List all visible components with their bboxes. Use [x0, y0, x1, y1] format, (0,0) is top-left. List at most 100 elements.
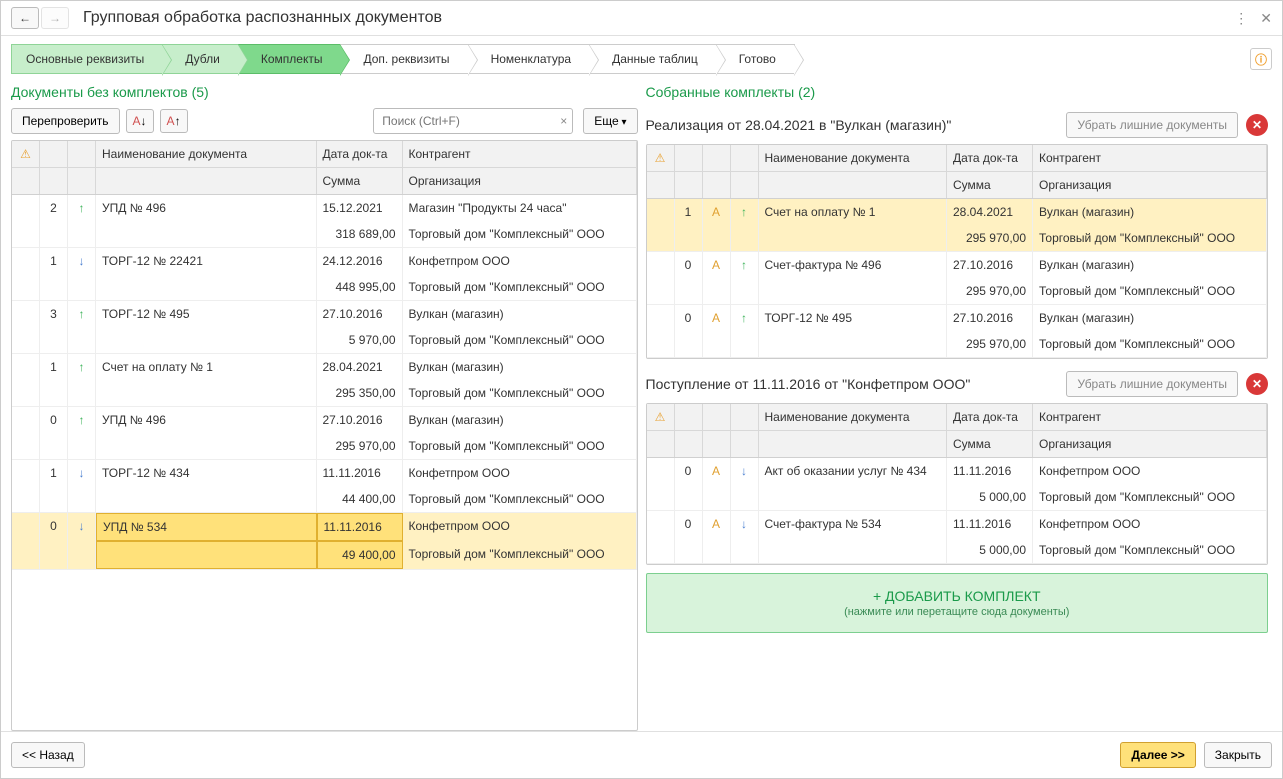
remove-extra-button[interactable]: Убрать лишние документы — [1066, 112, 1238, 138]
table-row[interactable]: 0А↑ТОРГ-12 № 49527.10.2016Вулкан (магази… — [647, 305, 1268, 358]
col-sum[interactable]: Сумма — [947, 172, 1033, 198]
remove-extra-button[interactable]: Убрать лишние документы — [1066, 371, 1238, 397]
auto-icon: А — [703, 511, 731, 537]
row-date: 15.12.2021 — [317, 195, 403, 221]
row-party: Магазин "Продукты 24 часа" — [403, 195, 637, 221]
step-sets[interactable]: Комплекты — [238, 44, 341, 74]
step-table-data[interactable]: Данные таблиц — [589, 44, 716, 74]
info-icon[interactable]: ⓘ — [1250, 48, 1272, 70]
row-sum: 44 400,00 — [317, 486, 403, 512]
row-docname: ТОРГ-12 № 22421 — [96, 248, 317, 274]
close-button[interactable]: Закрыть — [1204, 742, 1272, 768]
row-date: 24.12.2016 — [317, 248, 403, 274]
step-duplicates[interactable]: Дубли — [162, 44, 238, 74]
row-docname: УПД № 496 — [96, 195, 317, 221]
step-done[interactable]: Готово — [716, 44, 795, 74]
row-date: 27.10.2016 — [317, 407, 403, 433]
col-org[interactable]: Организация — [1033, 172, 1267, 198]
step-basic[interactable]: Основные реквизиты — [11, 44, 162, 74]
nav-forward-button[interactable]: → — [41, 7, 69, 29]
warning-icon: ⚠ — [647, 145, 675, 171]
step-nomenclature[interactable]: Номенклатура — [468, 44, 590, 74]
row-docname: ТОРГ-12 № 495 — [759, 305, 948, 331]
arrow-up-icon: ↑ — [79, 307, 85, 321]
table-row[interactable]: 0А↑Счет-фактура № 49627.10.2016Вулкан (м… — [647, 252, 1268, 305]
col-date[interactable]: Дата док-та — [317, 141, 403, 167]
arrow-up-icon: ↑ — [79, 201, 85, 215]
sort-desc-button[interactable]: А↑ — [160, 109, 188, 133]
nav-back-button[interactable]: ← — [11, 7, 39, 29]
delete-set-button[interactable]: ✕ — [1246, 373, 1268, 395]
row-sum: 295 970,00 — [947, 225, 1033, 251]
add-set-hint: (нажмите или перетащите сюда документы) — [661, 606, 1254, 618]
left-table: ⚠ Наименование документа Дата док-та Кон… — [11, 140, 638, 731]
add-set-dropzone[interactable]: + ДОБАВИТЬ КОМПЛЕКТ (нажмите или перетащи… — [646, 573, 1269, 633]
more-button[interactable]: Еще — [583, 108, 637, 134]
delete-set-button[interactable]: ✕ — [1246, 114, 1268, 136]
table-row[interactable]: 1А↑Счет на оплату № 128.04.2021Вулкан (м… — [647, 199, 1268, 252]
row-party: Вулкан (магазин) — [403, 301, 637, 327]
search-input[interactable] — [373, 108, 573, 134]
row-sum: 5 970,00 — [317, 327, 403, 353]
row-sum: 295 970,00 — [317, 433, 403, 459]
window-title: Групповая обработка распознанных докумен… — [83, 9, 1234, 27]
set-title: Поступление от 11.11.2016 от "Конфетпром… — [646, 376, 1059, 392]
row-party: Конфетпром ООО — [1033, 458, 1267, 484]
sort-asc-button[interactable]: А↓ — [126, 109, 154, 133]
row-org: Торговый дом "Комплексный" ООО — [403, 486, 637, 512]
row-date: 11.11.2016 — [317, 513, 403, 541]
col-sum[interactable]: Сумма — [317, 168, 403, 194]
row-org: Торговый дом "Комплексный" ООО — [1033, 537, 1267, 563]
row-sum: 5 000,00 — [947, 484, 1033, 510]
row-num: 0 — [675, 458, 703, 484]
step-extra[interactable]: Доп. реквизиты — [340, 44, 467, 74]
row-org: Торговый дом "Комплексный" ООО — [403, 274, 637, 300]
row-date: 28.04.2021 — [317, 354, 403, 380]
warning-icon: ⚠ — [647, 404, 675, 430]
row-docname: Акт об оказании услуг № 434 — [759, 458, 948, 484]
row-org: Торговый дом "Комплексный" ООО — [1033, 331, 1267, 357]
col-org[interactable]: Организация — [403, 168, 637, 194]
row-num: 0 — [675, 511, 703, 537]
back-button[interactable]: << Назад — [11, 742, 85, 768]
table-row[interactable]: 0↓УПД № 53411.11.2016Конфетпром ООО49 40… — [12, 513, 637, 570]
row-date: 11.11.2016 — [947, 511, 1033, 537]
row-docname: УПД № 534 — [96, 513, 317, 541]
table-row[interactable]: 3↑ТОРГ-12 № 49527.10.2016Вулкан (магазин… — [12, 301, 637, 354]
left-title: Документы без комплектов (5) — [11, 78, 638, 108]
menu-icon[interactable]: ⋮ — [1234, 10, 1248, 27]
row-party: Конфетпром ООО — [403, 248, 637, 274]
row-sum: 295 970,00 — [947, 278, 1033, 304]
warning-icon: ⚠ — [12, 141, 40, 167]
row-num: 0 — [675, 305, 703, 331]
next-button[interactable]: Далее >> — [1120, 742, 1195, 768]
table-row[interactable]: 0А↓Счет-фактура № 53411.11.2016Конфетпро… — [647, 511, 1268, 564]
table-row[interactable]: 1↓ТОРГ-12 № 2242124.12.2016Конфетпром ОО… — [12, 248, 637, 301]
row-docname: ТОРГ-12 № 434 — [96, 460, 317, 486]
col-name[interactable]: Наименование документа — [759, 145, 948, 171]
row-date: 11.11.2016 — [317, 460, 403, 486]
close-icon[interactable]: ✕ — [1260, 10, 1272, 27]
row-sum: 295 350,00 — [317, 380, 403, 406]
col-party[interactable]: Контрагент — [1033, 145, 1267, 171]
table-row[interactable]: 0↑УПД № 49627.10.2016Вулкан (магазин)295… — [12, 407, 637, 460]
add-set-title: + ДОБАВИТЬ КОМПЛЕКТ — [661, 588, 1254, 604]
table-row[interactable]: 1↑Счет на оплату № 128.04.2021Вулкан (ма… — [12, 354, 637, 407]
col-date[interactable]: Дата док-та — [947, 145, 1033, 171]
row-org: Торговый дом "Комплексный" ООО — [1033, 484, 1267, 510]
table-row[interactable]: 2↑УПД № 49615.12.2021Магазин "Продукты 2… — [12, 195, 637, 248]
search-clear-icon[interactable]: × — [560, 114, 567, 128]
recheck-button[interactable]: Перепроверить — [11, 108, 120, 134]
left-panel: Документы без комплектов (5) Перепровери… — [11, 78, 638, 731]
row-date: 27.10.2016 — [947, 305, 1033, 331]
row-num: 0 — [675, 252, 703, 278]
table-row[interactable]: 0А↓Акт об оказании услуг № 43411.11.2016… — [647, 458, 1268, 511]
table-row[interactable]: 1↓ТОРГ-12 № 43411.11.2016Конфетпром ООО4… — [12, 460, 637, 513]
row-docname: Счет-фактура № 496 — [759, 252, 948, 278]
row-org: Торговый дом "Комплексный" ООО — [1033, 225, 1267, 251]
col-name[interactable]: Наименование документа — [96, 141, 317, 167]
row-num: 0 — [40, 407, 68, 433]
col-party[interactable]: Контрагент — [403, 141, 637, 167]
row-org: Торговый дом "Комплексный" ООО — [403, 380, 637, 406]
row-sum: 5 000,00 — [947, 537, 1033, 563]
